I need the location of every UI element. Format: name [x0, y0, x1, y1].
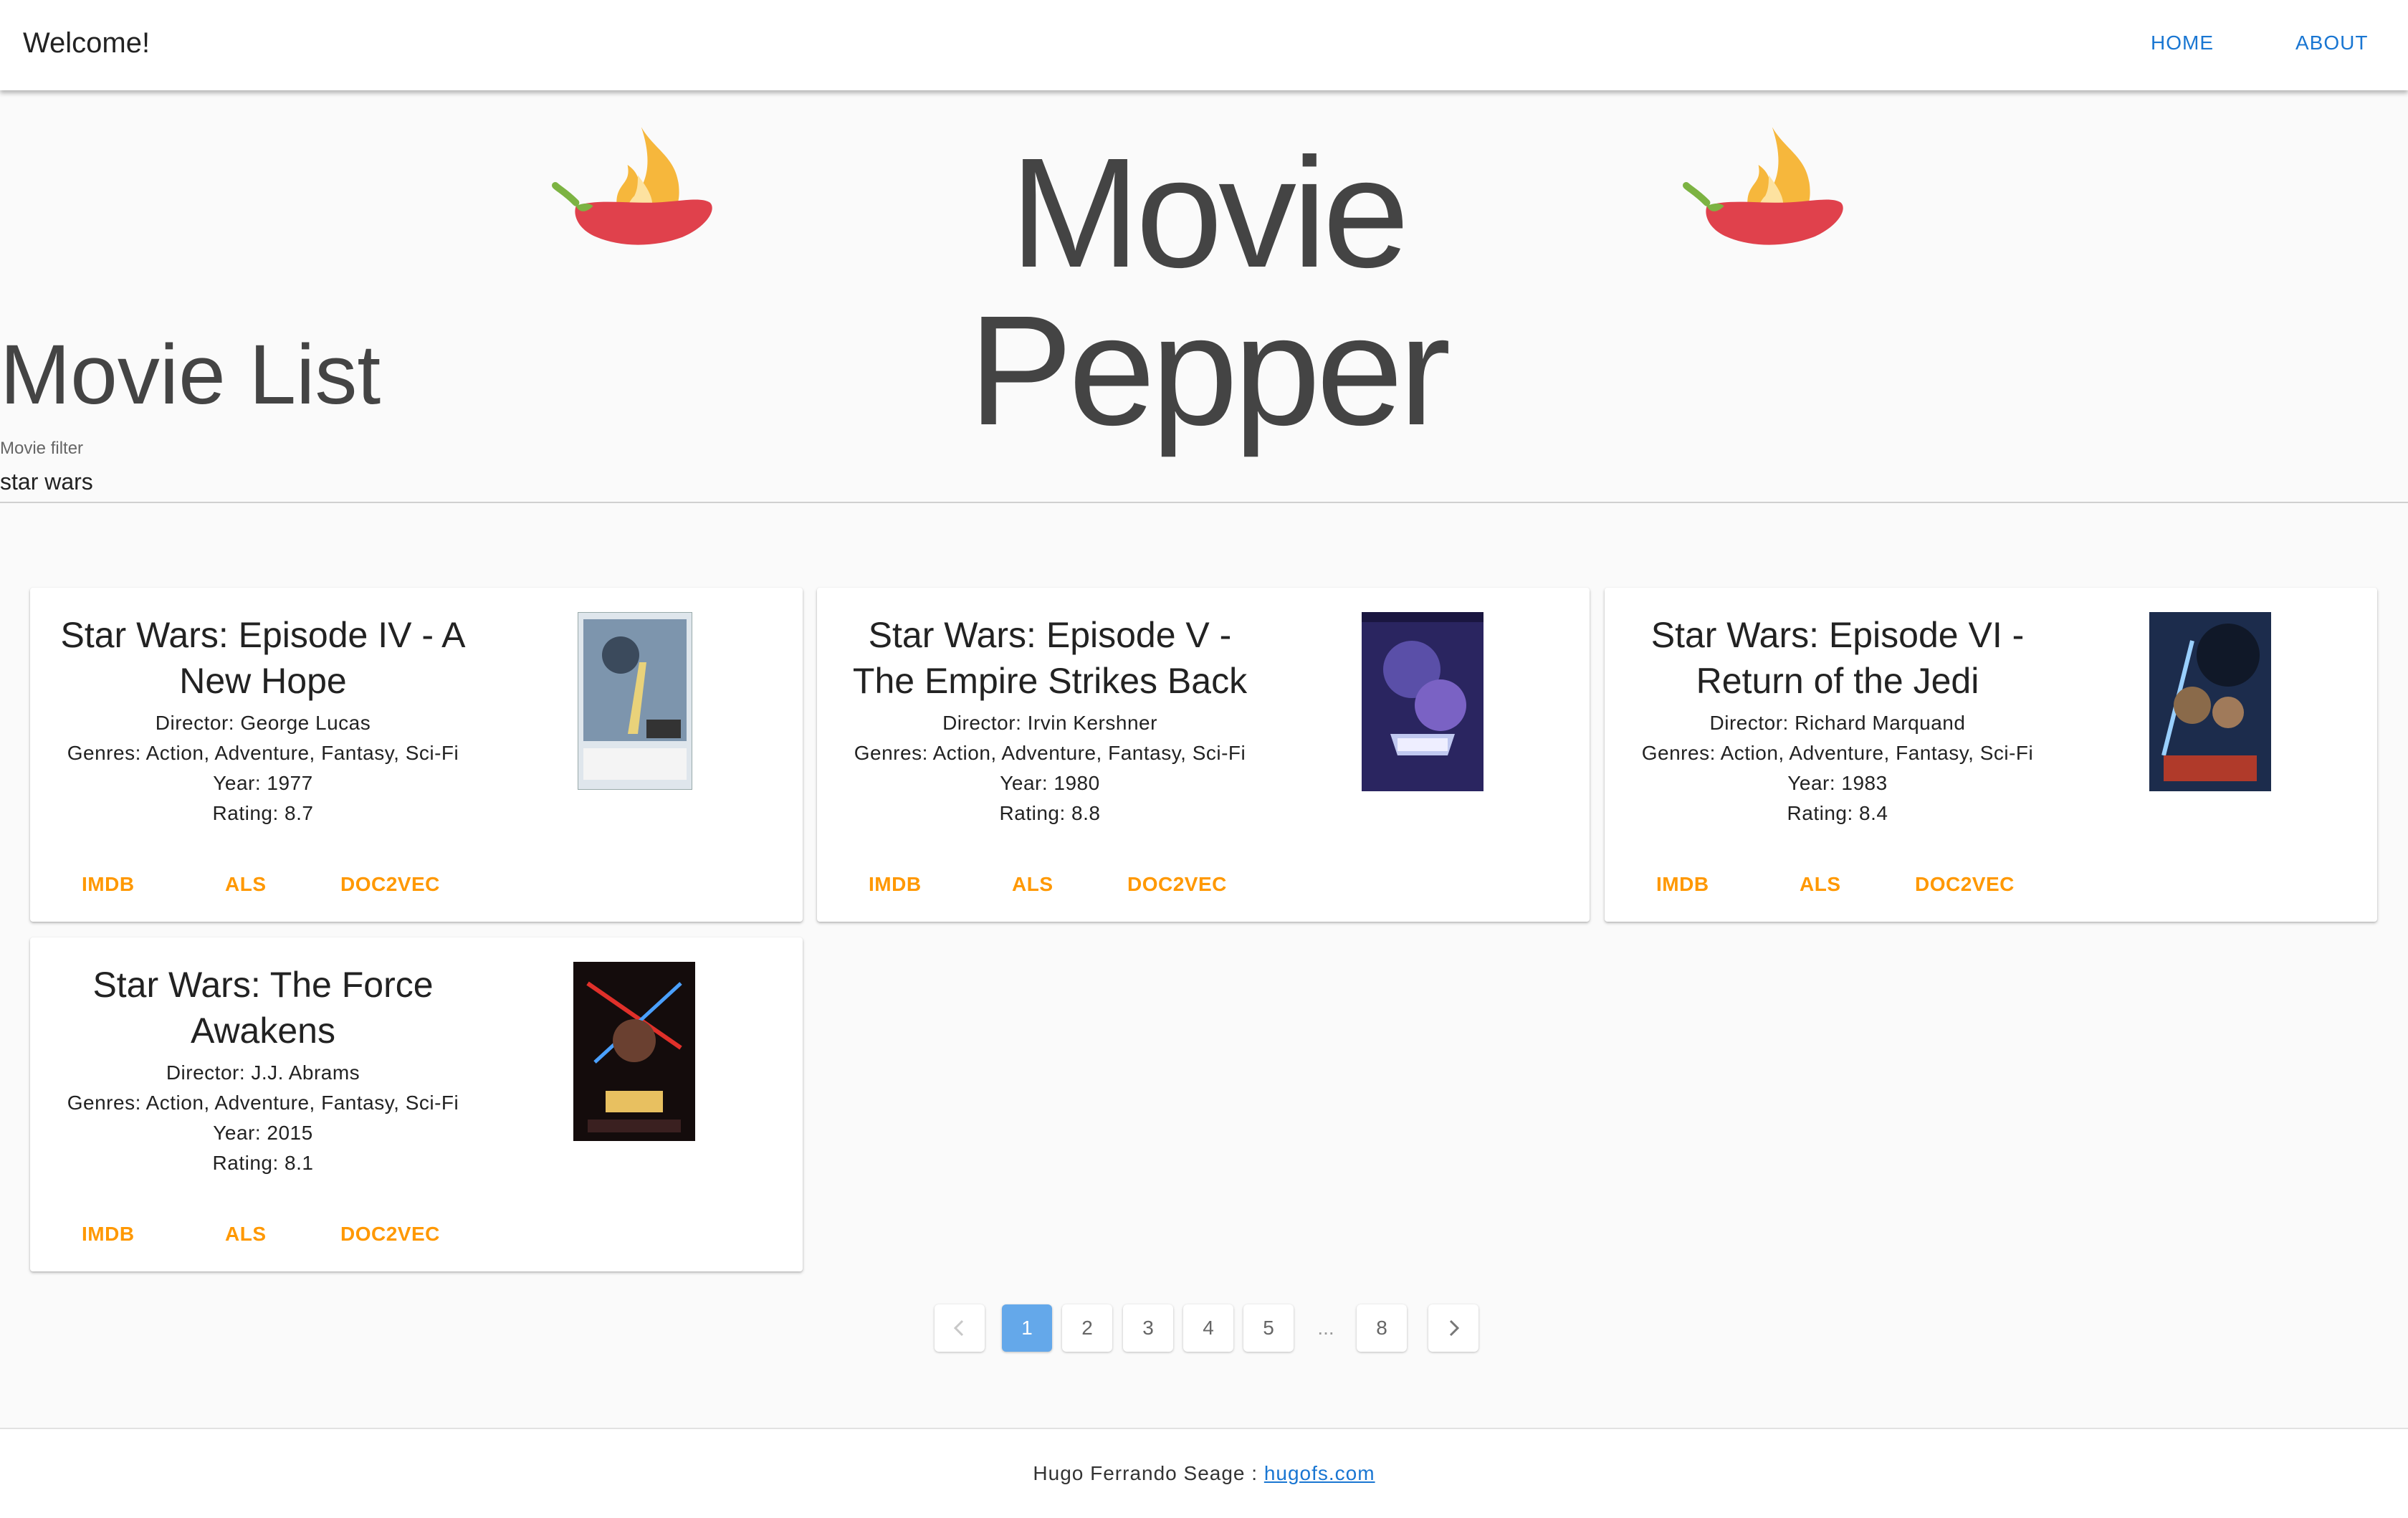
- movie-title: Star Wars: Episode VI - Return of the Je…: [1650, 615, 2025, 701]
- movie-director: Director: J.J. Abrams: [166, 1061, 360, 1084]
- movie-year: Year: 1983: [1787, 772, 1888, 794]
- movie-genres: Genres: Action, Adventure, Fantasy, Sci-…: [1641, 742, 2034, 764]
- movie-year: Year: 2015: [213, 1122, 313, 1144]
- imdb-button[interactable]: IMDB: [869, 873, 922, 896]
- page-button-4[interactable]: 4: [1183, 1304, 1233, 1352]
- movie-info: Star Wars: Episode IV - A New Hope Direc…: [59, 612, 467, 829]
- footer-link[interactable]: hugofs.com: [1264, 1462, 1375, 1484]
- app-bar: Welcome! HOME ABOUT: [0, 0, 2408, 90]
- movie-card: Star Wars: Episode IV - A New Hope Direc…: [30, 588, 803, 922]
- movie-director: Director: George Lucas: [155, 712, 371, 734]
- brand-title: Movie Pepper: [968, 126, 1451, 458]
- movie-rating: Rating: 8.1: [212, 1152, 314, 1174]
- nav-home-link[interactable]: HOME: [2151, 32, 2214, 54]
- page-title: Movie List: [0, 328, 381, 422]
- doc2vec-button[interactable]: DOC2VEC: [1915, 873, 2015, 896]
- movie-title: Star Wars: The Force Awakens: [92, 965, 434, 1051]
- movie-poster: [578, 612, 692, 790]
- hot-pepper-icon: [552, 127, 712, 245]
- footer-author: Hugo Ferrando Seage :: [1033, 1462, 1264, 1484]
- doc2vec-button[interactable]: DOC2VEC: [1127, 873, 1227, 896]
- movie-info: Star Wars: The Force Awakens Director: J…: [59, 962, 467, 1178]
- movie-info: Star Wars: Episode VI - Return of the Je…: [1633, 612, 2042, 829]
- movie-card: Star Wars: Episode VI - Return of the Je…: [1605, 588, 2377, 922]
- prev-page-button[interactable]: [935, 1304, 985, 1352]
- movie-rating: Rating: 8.8: [999, 802, 1101, 824]
- movie-poster: [1362, 612, 1484, 791]
- movie-poster: [573, 962, 695, 1141]
- page-button-2[interactable]: 2: [1062, 1304, 1112, 1352]
- movie-director: Director: Irvin Kershner: [942, 712, 1157, 734]
- movie-filter-input[interactable]: [0, 462, 2408, 503]
- als-button[interactable]: ALS: [225, 1223, 267, 1246]
- page-ellipsis: ...: [1317, 1317, 1334, 1339]
- movie-title: Star Wars: Episode V - The Empire Strike…: [852, 615, 1248, 701]
- movie-genres: Genres: Action, Adventure, Fantasy, Sci-…: [67, 742, 459, 764]
- imdb-button[interactable]: IMDB: [82, 1223, 135, 1246]
- doc2vec-button[interactable]: DOC2VEC: [340, 1223, 440, 1246]
- imdb-button[interactable]: IMDB: [1656, 873, 1709, 896]
- movie-filter-label: Movie filter: [0, 439, 84, 458]
- next-page-button[interactable]: [1428, 1304, 1478, 1352]
- movie-year: Year: 1980: [1000, 772, 1100, 794]
- hero-banner: Movie Pepper: [0, 108, 2408, 450]
- footer: Hugo Ferrando Seage : hugofs.com: [0, 1428, 2408, 1518]
- movie-director: Director: Richard Marquand: [1709, 712, 1966, 734]
- imdb-button[interactable]: IMDB: [82, 873, 135, 896]
- pagination: 1 2 3 4 5 ... 8: [0, 1304, 2408, 1355]
- page-button-3[interactable]: 3: [1123, 1304, 1173, 1352]
- chevron-right-icon: [1449, 1319, 1460, 1337]
- page-button-8[interactable]: 8: [1357, 1304, 1407, 1352]
- chevron-left-icon: [953, 1319, 964, 1337]
- hot-pepper-icon: [1683, 127, 1843, 245]
- movie-genres: Genres: Action, Adventure, Fantasy, Sci-…: [67, 1092, 459, 1114]
- als-button[interactable]: ALS: [1800, 873, 1841, 896]
- movie-title: Star Wars: Episode IV - A New Hope: [60, 615, 466, 701]
- movie-rating: Rating: 8.4: [1787, 802, 1888, 824]
- nav-about-link[interactable]: ABOUT: [2295, 32, 2368, 54]
- movie-card: Star Wars: Episode V - The Empire Strike…: [817, 588, 1590, 922]
- als-button[interactable]: ALS: [1012, 873, 1054, 896]
- movie-info: Star Wars: Episode V - The Empire Strike…: [846, 612, 1254, 829]
- page-button-5[interactable]: 5: [1243, 1304, 1294, 1352]
- app-title: Welcome!: [23, 27, 150, 59]
- movie-rating: Rating: 8.7: [212, 802, 314, 824]
- page-button-1[interactable]: 1: [1002, 1304, 1052, 1352]
- als-button[interactable]: ALS: [225, 873, 267, 896]
- movie-year: Year: 1977: [213, 772, 313, 794]
- movie-poster: [2149, 612, 2271, 791]
- doc2vec-button[interactable]: DOC2VEC: [340, 873, 440, 896]
- movie-card: Star Wars: The Force Awakens Director: J…: [30, 937, 803, 1271]
- movie-genres: Genres: Action, Adventure, Fantasy, Sci-…: [854, 742, 1246, 764]
